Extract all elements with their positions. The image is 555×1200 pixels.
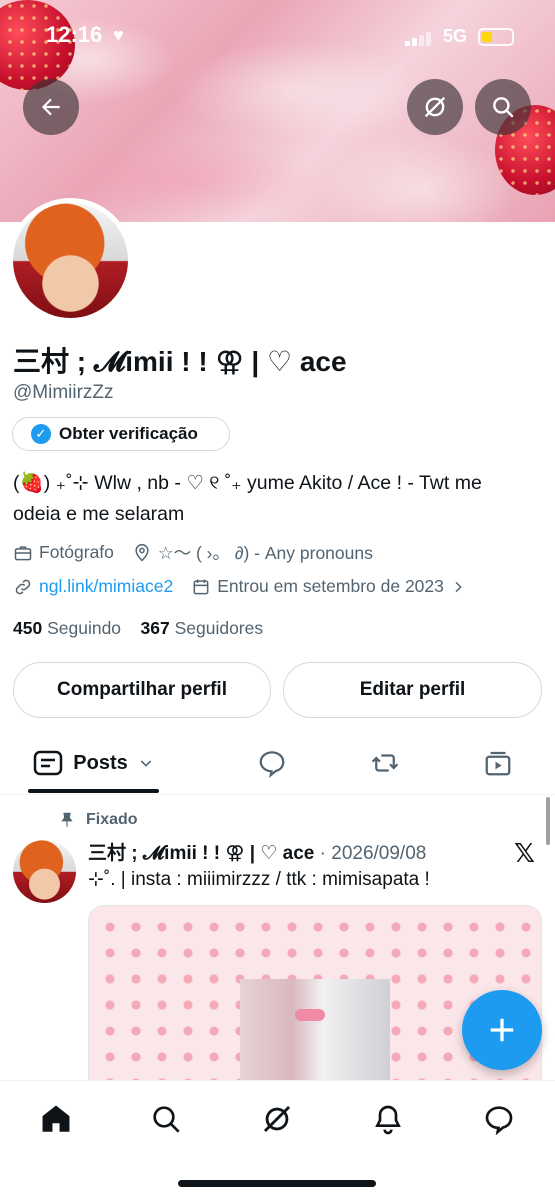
- back-button[interactable]: [23, 79, 79, 135]
- pinned-label: Fixado: [86, 811, 138, 828]
- grok-icon: [424, 96, 446, 118]
- profile-tabs: Posts: [0, 735, 555, 795]
- share-profile-button[interactable]: Compartilhar perfil: [13, 662, 271, 718]
- x-logo-icon: 𝕏: [514, 838, 535, 868]
- profile-meta-row: ngl.link/mimiace2 Entrou em setembro de …: [13, 576, 466, 597]
- tab-media[interactable]: [468, 735, 528, 791]
- search-button[interactable]: [475, 79, 531, 135]
- bio-line: odeia e me selaram: [13, 503, 185, 525]
- chevron-down-icon: [140, 760, 151, 767]
- nav-home[interactable]: [38, 1101, 74, 1137]
- photo-image: [240, 979, 390, 1094]
- profile-meta-row: Fotógrafo ☆〜 ( ›。 ∂) - Any pronouns: [13, 540, 373, 565]
- status-time: 12:16: [46, 22, 103, 47]
- messages-icon: [485, 1106, 513, 1135]
- heart-icon: ♥: [113, 25, 124, 45]
- joined-text: Entrou em setembro de 2023: [217, 576, 444, 596]
- repost-icon: [371, 754, 399, 772]
- grok-icon: [263, 1105, 291, 1133]
- signal-icon: [405, 30, 435, 46]
- network-type: 5G: [443, 26, 468, 46]
- display-name: 三村 ; 𝓜imii ! ! ⚢ | ♡ ace: [13, 346, 347, 377]
- bio-line: (🍓) ₊˚⊹ Wlw , nb - ♡ ୧ ˚₊ yume Akito / A…: [13, 472, 482, 494]
- nav-messages[interactable]: [481, 1101, 517, 1137]
- tab-posts[interactable]: Posts: [28, 735, 159, 791]
- status-bar: 12:16 ♥ 5G: [0, 22, 555, 52]
- search-icon: [153, 1106, 180, 1133]
- following-label: Seguindo: [47, 618, 122, 638]
- nav-search[interactable]: [148, 1101, 184, 1137]
- reply-icon: [259, 751, 285, 778]
- followers-count: 367: [140, 618, 170, 638]
- battery-icon: [478, 28, 514, 46]
- plus-icon: [490, 1018, 514, 1042]
- post-text: ⊹˚. | insta : miiimirzzz / ttk : mimisap…: [88, 869, 430, 890]
- location-text: ☆〜 ( ›。 ∂) - Any pronouns: [157, 543, 373, 563]
- post-date: · 2026/09/08: [319, 843, 427, 864]
- pinned-indicator: Fixado: [58, 810, 138, 830]
- post-header: 三村 ; 𝓜imii ! ! ⚢ | ♡ ace · 2026/09/08: [88, 838, 426, 865]
- grok-button[interactable]: [407, 79, 463, 135]
- following-link[interactable]: 450 Seguindo: [13, 618, 121, 638]
- search-icon: [493, 97, 514, 118]
- followers-label: Seguidores: [174, 618, 264, 638]
- follow-stats: 450 Seguindo 367 Seguidores: [13, 618, 263, 639]
- notifications-icon: [375, 1105, 401, 1135]
- profile-bio: (🍓) ₊˚⊹ Wlw , nb - ♡ ୧ ˚₊ yume Akito / A…: [13, 468, 543, 530]
- active-tab-indicator: [28, 789, 159, 793]
- pin-icon: [61, 812, 73, 827]
- scrollbar[interactable]: [546, 797, 550, 845]
- user-handle: @MimiirzZz: [13, 382, 114, 403]
- verified-badge-icon: ✓: [31, 424, 51, 444]
- link-icon: [15, 579, 31, 594]
- home-icon: [42, 1105, 70, 1132]
- post-author-avatar[interactable]: [13, 840, 76, 903]
- tab-posts-label: Posts: [73, 751, 128, 774]
- compose-button[interactable]: [462, 990, 542, 1070]
- media-icon: [485, 751, 511, 776]
- get-verified-button[interactable]: ✓ Obter verificação: [12, 417, 230, 451]
- post-author-name[interactable]: 三村 ; 𝓜imii ! ! ⚢ | ♡ ace: [88, 843, 314, 864]
- edit-profile-button[interactable]: Editar perfil: [283, 662, 542, 718]
- nav-notifications[interactable]: [370, 1101, 406, 1137]
- following-count: 450: [13, 618, 43, 638]
- arrow-left-icon: [41, 98, 60, 116]
- verify-label: Obter verificação: [59, 424, 198, 443]
- tab-replies[interactable]: [242, 735, 302, 791]
- tab-reposts[interactable]: [355, 735, 415, 791]
- profile-avatar[interactable]: [8, 198, 133, 323]
- followers-link[interactable]: 367 Seguidores: [141, 618, 264, 638]
- profession-text: Fotógrafo: [39, 542, 114, 562]
- home-indicator[interactable]: [178, 1180, 376, 1187]
- posts-icon: [34, 750, 63, 776]
- nav-grok[interactable]: [259, 1101, 295, 1137]
- briefcase-icon: [14, 545, 32, 560]
- website-link[interactable]: ngl.link/mimiace2: [39, 576, 173, 597]
- calendar-icon: [193, 579, 209, 594]
- location-icon: [135, 543, 149, 562]
- chevron-right-icon[interactable]: [450, 579, 466, 595]
